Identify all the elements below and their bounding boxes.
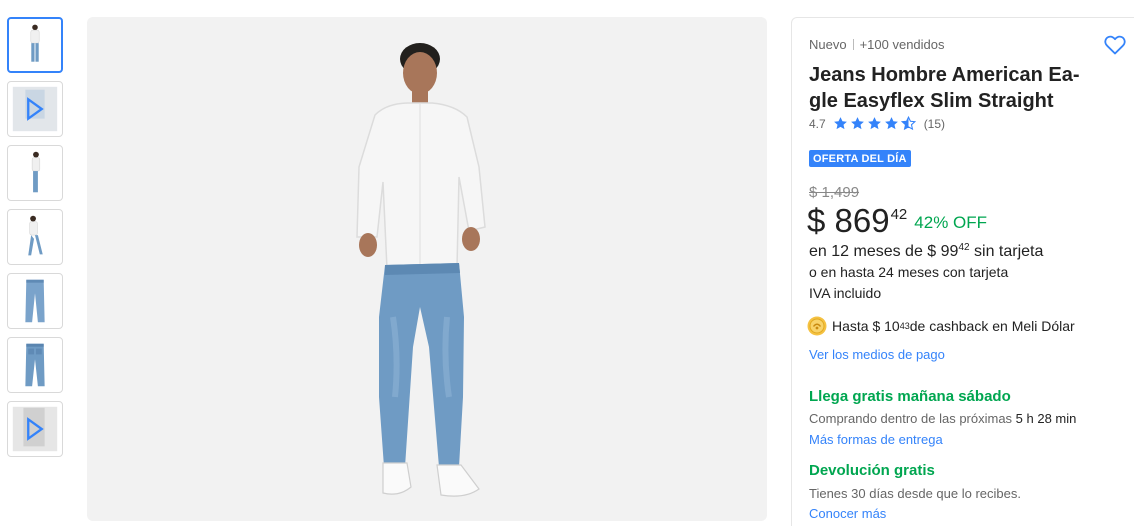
favorite-button[interactable]	[1103, 33, 1127, 57]
jeans-front-thumb-image	[25, 279, 45, 323]
model-walking-thumb-image	[28, 215, 43, 256]
current-price: $ 869 42 42% OFF	[807, 202, 987, 240]
card-installments: o en hasta 24 meses con tarjeta	[809, 264, 1009, 280]
video-thumb-image	[12, 86, 58, 132]
meli-dolar-coin-icon	[807, 316, 827, 336]
thumbnail-walking-photo[interactable]	[7, 209, 63, 265]
model-front-thumb-image	[30, 24, 40, 62]
star-icon	[884, 117, 898, 130]
original-price: $ 1,499	[809, 184, 860, 201]
thumbnail-front-photo[interactable]	[7, 17, 63, 73]
cashback-cents: 43	[899, 321, 910, 331]
jeans-back-thumb-image	[25, 343, 45, 387]
cashback-info: Hasta $ 10 43 de cashback en Meli Dólar	[807, 316, 1075, 336]
more-delivery-options-link[interactable]: Más formas de entrega	[809, 432, 943, 447]
tax-included: IVA incluido	[809, 285, 882, 301]
cashback-prefix: Hasta $ 10	[832, 318, 900, 334]
shipping-headline: Llega gratis mañana sábado	[809, 388, 1011, 405]
thumbnail-jeans-front[interactable]	[7, 273, 63, 329]
returns-headline: Devolución gratis	[809, 462, 935, 479]
main-product-image[interactable]	[87, 17, 767, 521]
subtitle-separator	[852, 39, 854, 50]
model-wearing-jeans-illustration	[356, 43, 486, 497]
thumbnail-video[interactable]	[7, 81, 63, 137]
countdown-time: 5 h 28 min	[1015, 411, 1077, 426]
star-half-icon	[900, 116, 916, 131]
price-currency: $	[807, 202, 826, 239]
installments-cents: 42	[958, 242, 970, 253]
rating-summary[interactable]: 4.7 (15)	[809, 116, 945, 131]
star-icon	[850, 117, 864, 130]
star-icon	[867, 117, 881, 130]
model-side-thumb-image	[31, 151, 41, 193]
product-title-line-1: Jeans Hombre American Ea-	[809, 64, 1080, 86]
star-icon	[833, 117, 847, 130]
learn-more-link[interactable]: Conocer más	[809, 506, 886, 521]
rating-stars	[833, 116, 918, 131]
returns-detail: Tienes 30 días desde que lo recibes.	[809, 486, 1021, 501]
installments-info: en 12 meses de $ 9942 sin tarjeta	[809, 242, 1043, 261]
heart-icon	[1104, 35, 1126, 55]
countdown-prefix: Comprando dentro de las próximas	[809, 411, 1016, 426]
discount-label: 42% OFF	[914, 213, 988, 232]
payment-methods-link[interactable]: Ver los medios de pago	[809, 347, 945, 362]
thumbnail-side-photo[interactable]	[7, 145, 63, 201]
product-subtitle: Nuevo +100 vendidos	[809, 37, 945, 52]
thumbnail-gallery	[7, 17, 63, 465]
video-thumb-image-2	[12, 406, 58, 452]
deal-of-the-day-badge: OFERTA DEL DÍA	[809, 150, 911, 167]
thumbnail-jeans-back[interactable]	[7, 337, 63, 393]
sold-count: +100 vendidos	[859, 37, 945, 52]
shipping-countdown: Comprando dentro de las próximas 5 h 28 …	[809, 411, 1076, 426]
product-info-panel: Nuevo +100 vendidos Jeans Hombre American…	[791, 17, 1134, 526]
price-integer: 869	[834, 202, 890, 239]
rating-value: 4.7	[809, 116, 826, 131]
price-cents: 42	[890, 206, 908, 223]
product-title: Jeans Hombre American Ea- gle Easyflex S…	[809, 62, 1109, 114]
product-title-line-2: gle Easyflex Slim Straight	[809, 90, 1054, 112]
installments-prefix: en 12 meses de $ 99	[809, 243, 959, 260]
installments-suffix: sin tarjeta	[969, 243, 1044, 260]
review-count: (15)	[923, 116, 946, 131]
cashback-suffix: de cashback en Meli Dólar	[909, 318, 1075, 334]
condition-label: Nuevo	[809, 37, 847, 52]
thumbnail-video-2[interactable]	[7, 401, 63, 457]
